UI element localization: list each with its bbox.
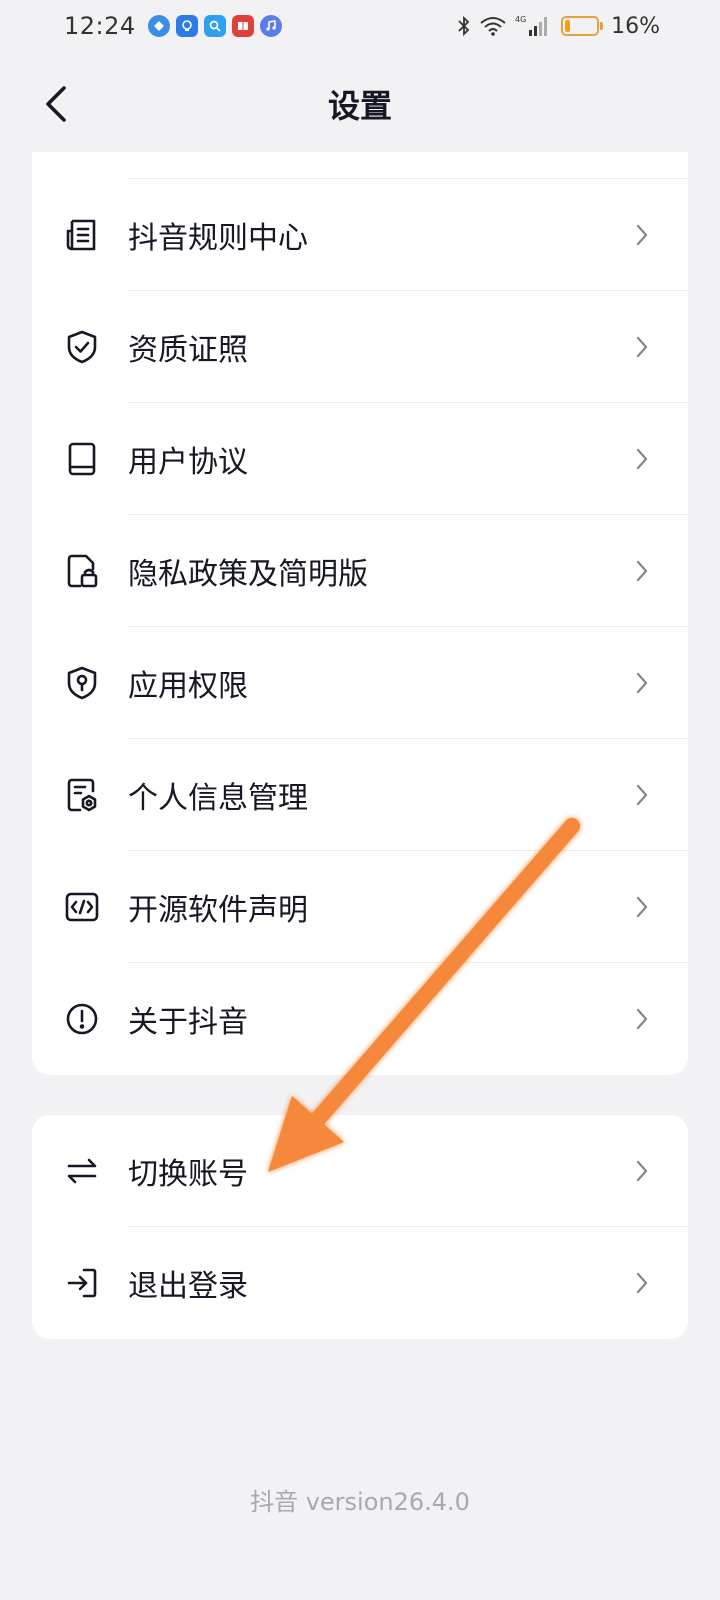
chevron-right-icon [632,781,652,809]
bluetooth-icon [457,15,471,37]
app-version: 抖音 version26.4.0 [250,1488,470,1516]
privacy-lock-icon [62,551,102,591]
settings-item-label: 应用权限 [128,669,248,704]
info-circle-icon [62,999,102,1039]
settings-item-privacy-policy[interactable]: 隐私政策及简明版 [32,515,688,627]
battery-indicator: 16% [561,14,660,39]
settings-item-switch-account[interactable]: 切换账号 [32,1115,688,1227]
chevron-right-icon [632,333,652,361]
battery-icon [561,16,600,36]
settings-item-label: 资质证照 [128,333,248,368]
page-title: 设置 [327,87,392,125]
status-right: 4G 16% [449,14,660,39]
settings-item-logout[interactable]: 退出登录 [32,1227,688,1339]
switch-arrows-icon [62,1151,102,1191]
svg-text:4G: 4G [515,15,526,24]
permission-shield-icon [62,663,102,703]
search-app-icon [203,15,226,37]
chevron-right-icon [632,1005,652,1033]
status-bar: 12:24 4G 16% [0,0,720,52]
chevron-right-icon [632,557,652,585]
status-left: 12:24 [64,12,288,40]
document-list-icon [62,215,102,255]
settings-item-label: 用户协议 [128,445,248,480]
wifi-icon [479,15,507,37]
settings-item-user-agreement[interactable]: 用户协议 [32,403,688,515]
chevron-left-icon [46,86,66,122]
settings-item-personal-info[interactable]: 个人信息管理 [32,739,688,851]
logout-icon [62,1263,102,1303]
book-app-icon [231,15,254,37]
chevron-right-icon [632,893,652,921]
chevron-right-icon [632,1269,652,1297]
settings-item-label: 隐私政策及简明版 [128,557,368,592]
personal-info-gear-icon [62,775,102,815]
status-time: 12:24 [64,12,136,40]
settings-item-app-permissions[interactable]: 应用权限 [32,627,688,739]
nav-header: 设置 [0,60,720,148]
settings-item-rules-center[interactable]: 抖音规则中心 [32,179,688,291]
settings-group-account: 切换账号 退出登录 [32,1115,688,1339]
settings-item-label: 切换账号 [128,1157,248,1192]
cellular-signal-icon: 4G [515,14,549,38]
chevron-right-icon [632,445,652,473]
settings-item-label: 抖音规则中心 [128,221,308,256]
settings-item-label: 关于抖音 [128,1005,248,1040]
settings-item-label: 个人信息管理 [128,781,308,816]
chevron-right-icon [632,221,652,249]
browser-app-icon [147,15,170,37]
settings-item-label: 开源软件声明 [128,893,308,928]
settings-item-open-source[interactable]: 开源软件声明 [32,851,688,963]
settings-group-about: 抖音规则中心 资质证照 用户协议 隐私政策及简明版 应用权限 个人信息管理 开源… [32,152,688,1075]
battery-fill [565,20,570,32]
battery-cap [600,22,604,30]
settings-item-qualifications[interactable]: 资质证照 [32,291,688,403]
settings-item-about[interactable]: 关于抖音 [32,963,688,1075]
chevron-right-icon [632,1157,652,1185]
code-icon [62,887,102,927]
book-icon [62,439,102,479]
music-app-icon [259,15,282,37]
back-button[interactable] [28,76,84,132]
shield-check-icon [62,327,102,367]
battery-percent: 16% [611,13,660,39]
settings-item-label: 退出登录 [128,1269,248,1304]
lightbulb-app-icon [175,15,198,37]
chevron-right-icon [632,669,652,697]
